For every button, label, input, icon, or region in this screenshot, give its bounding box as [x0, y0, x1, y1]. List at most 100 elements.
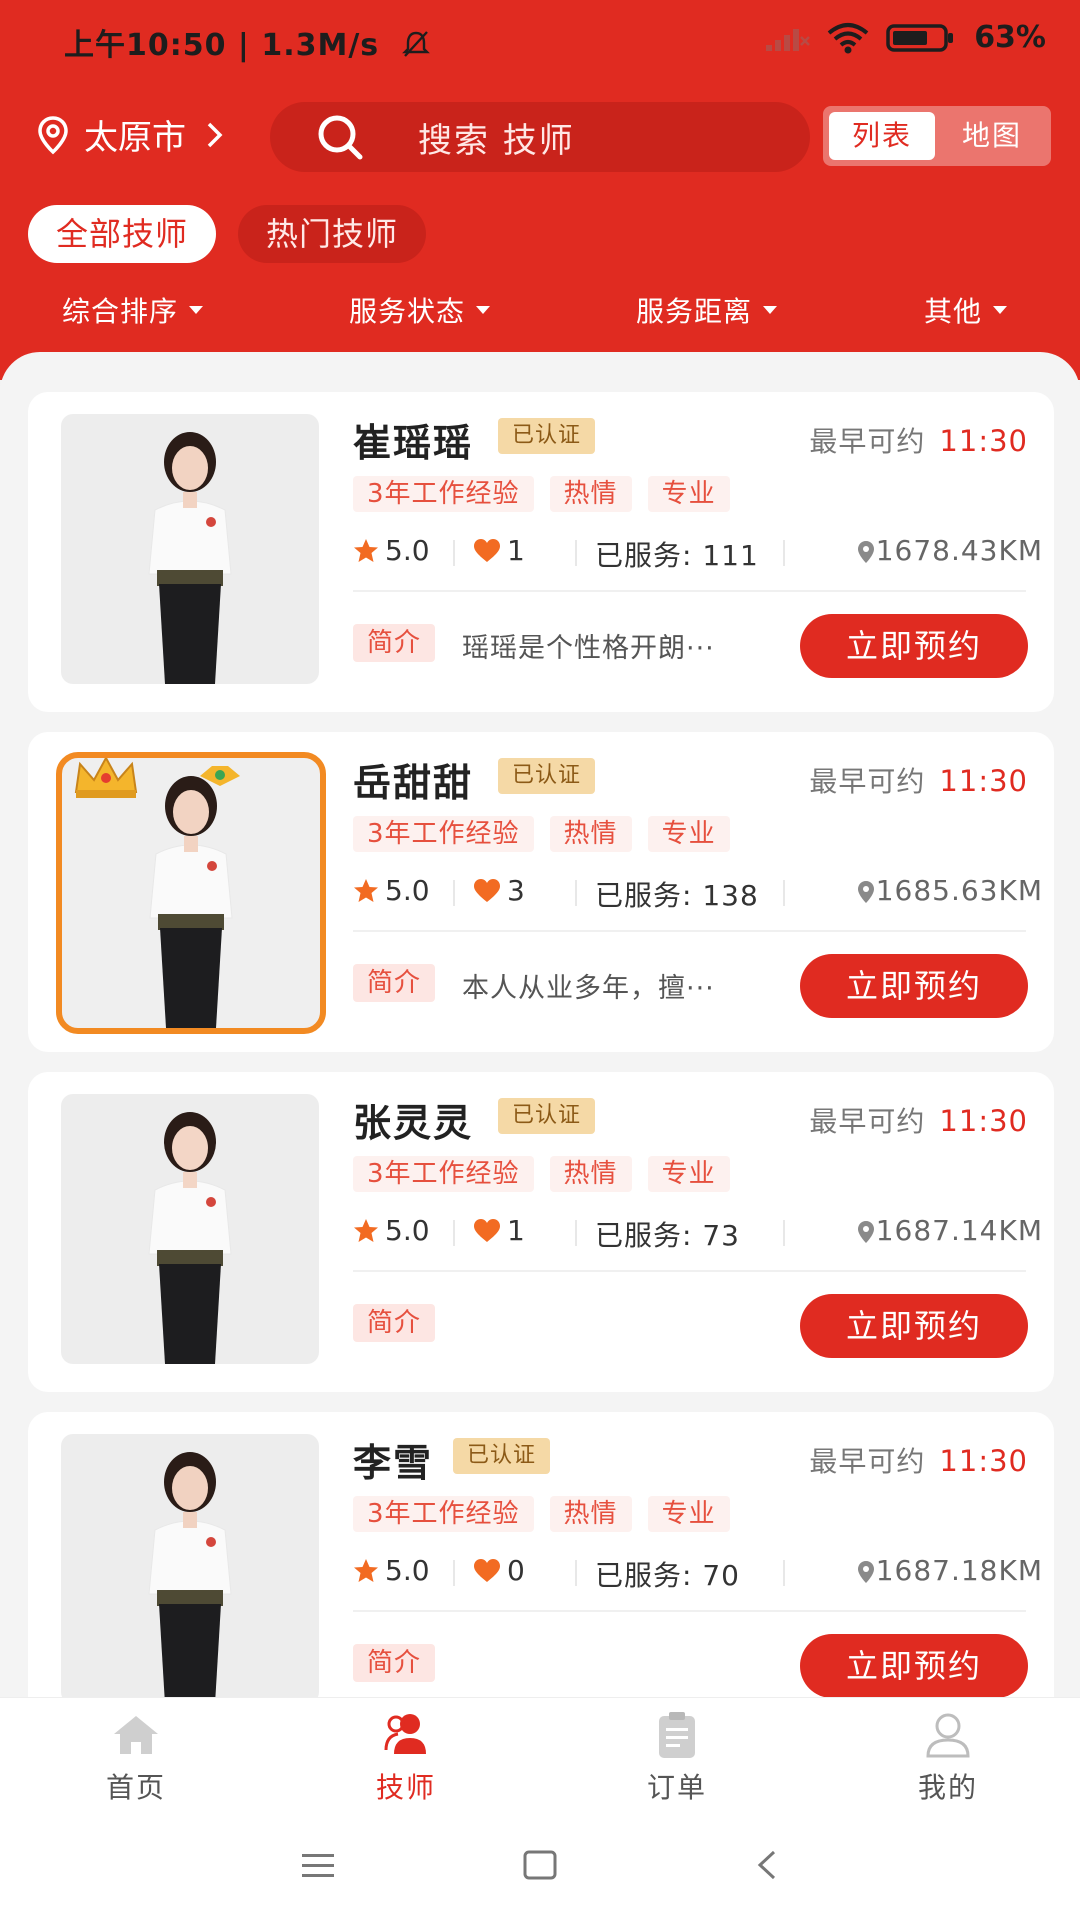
tag-enthusiastic: 热情 — [549, 1496, 632, 1532]
earliest-available: 最早可约 11:30 — [809, 764, 1028, 798]
card-divider — [353, 930, 1026, 932]
caret-down-icon — [189, 306, 204, 314]
view-toggle: 列表 地图 — [823, 106, 1051, 166]
technician-photo[interactable] — [61, 414, 319, 684]
technician-card[interactable]: 崔瑶瑶 已认证 最早可约 11:30 3年工作经验 热情 专业 5.0 1 已服… — [28, 392, 1054, 712]
technician-name: 李雪 — [353, 1441, 434, 1485]
distance-value: 1687.18KM — [875, 1554, 1043, 1587]
tab-hot-technicians[interactable]: 热门技师 — [238, 205, 427, 263]
caret-down-icon — [993, 306, 1008, 314]
tag-enthusiastic: 热情 — [549, 476, 632, 512]
star-icon — [354, 539, 378, 562]
category-tabs: 全部技师 热门技师 — [28, 205, 427, 263]
battery-icon — [886, 23, 954, 52]
nav-profile[interactable]: 我的 — [878, 1710, 1018, 1806]
rating-value: 5.0 — [385, 1554, 430, 1587]
divider — [453, 880, 455, 906]
book-now-button[interactable]: 立即预约 — [800, 1294, 1028, 1358]
technician-name: 岳甜甜 — [353, 761, 474, 805]
available-time: 11:30 — [939, 1444, 1028, 1478]
served-count: 已服务: 111 — [595, 539, 759, 572]
filter-other[interactable]: 其他 — [924, 290, 1008, 330]
view-map-button[interactable]: 地图 — [939, 112, 1045, 160]
filter-service-status[interactable]: 服务状态 — [349, 290, 491, 330]
certified-badge: 已认证 — [453, 1438, 551, 1474]
nav-technician[interactable]: 技师 — [336, 1710, 476, 1806]
available-time: 11:30 — [939, 1104, 1028, 1138]
sort-filter-row: 综合排序 服务状态 服务距离 其他 — [0, 282, 1080, 338]
divider — [575, 1220, 577, 1246]
status-right: 63% — [764, 20, 1046, 55]
likes-count: 3 — [507, 874, 525, 907]
tag-list: 3年工作经验 热情 专业 — [353, 816, 730, 852]
card-divider — [353, 1270, 1026, 1272]
view-list-button[interactable]: 列表 — [829, 112, 935, 160]
tag-experience: 3年工作经验 — [353, 476, 534, 512]
tag-experience: 3年工作经验 — [353, 1156, 534, 1192]
available-time: 11:30 — [939, 424, 1028, 458]
status-bar: 上午10:50 | 1.3M/s 63% — [0, 0, 1080, 82]
divider — [453, 540, 455, 566]
card-divider — [353, 590, 1026, 592]
technician-portrait — [148, 1452, 232, 1697]
technician-name: 张灵灵 — [353, 1101, 474, 1145]
heart-icon — [474, 1559, 500, 1582]
menu-icon[interactable] — [300, 1848, 336, 1882]
filter-service-distance[interactable]: 服务距离 — [636, 290, 778, 330]
tag-experience: 3年工作经验 — [353, 816, 534, 852]
distance-value: 1678.43KM — [875, 534, 1043, 567]
book-now-button[interactable]: 立即预约 — [800, 1634, 1028, 1697]
city-selector[interactable]: 太原市 — [34, 110, 226, 159]
bell-muted-icon — [401, 31, 430, 57]
stats-row: 5.0 1 已服务: 111 1678.43KM — [353, 532, 1043, 572]
tag-experience: 3年工作经验 — [353, 1496, 534, 1532]
book-now-button[interactable]: 立即预约 — [800, 954, 1028, 1018]
rating-value: 5.0 — [385, 534, 430, 567]
star-icon — [354, 879, 378, 902]
nav-orders[interactable]: 订单 — [607, 1710, 747, 1806]
system-nav-bar — [0, 1814, 1080, 1920]
tag-enthusiastic: 热情 — [549, 1156, 632, 1192]
technician-card[interactable]: 岳甜甜 已认证 最早可约 11:30 3年工作经验 热情 专业 5.0 3 已服… — [28, 732, 1054, 1052]
back-icon[interactable] — [752, 1848, 782, 1882]
technician-photo[interactable] — [56, 752, 326, 1034]
home-square-icon[interactable] — [522, 1848, 558, 1882]
distance-pin-icon — [858, 1561, 874, 1583]
search-placeholder: 搜索 技师 — [418, 120, 575, 161]
technician-list[interactable]: 崔瑶瑶 已认证 最早可约 11:30 3年工作经验 热情 专业 5.0 1 已服… — [0, 352, 1080, 1697]
technician-card[interactable]: 李雪 已认证 最早可约 11:30 3年工作经验 热情 专业 5.0 0 已服务… — [28, 1412, 1054, 1697]
technician-list-screen: 上午10:50 | 1.3M/s 63% 太原市 搜索 技师 列表 地图 全部技… — [0, 0, 1080, 1920]
technician-card[interactable]: 张灵灵 已认证 最早可约 11:30 3年工作经验 热情 专业 5.0 1 已服… — [28, 1072, 1054, 1392]
nav-home[interactable]: 首页 — [66, 1710, 206, 1806]
divider — [783, 540, 785, 566]
technician-portrait — [148, 432, 232, 684]
stats-row: 5.0 1 已服务: 73 1687.14KM — [353, 1212, 1043, 1252]
crown-icon — [74, 758, 138, 798]
technician-photo[interactable] — [61, 1434, 319, 1697]
caret-down-icon — [763, 306, 778, 314]
search-input[interactable]: 搜索 技师 — [270, 102, 810, 172]
bottom-nav: 首页 技师 订单 我的 — [0, 1697, 1080, 1814]
earliest-available: 最早可约 11:30 — [809, 1104, 1028, 1138]
star-icon — [354, 1559, 378, 1582]
stats-row: 5.0 0 已服务: 70 1687.18KM — [353, 1552, 1043, 1592]
technician-icon — [384, 1714, 426, 1754]
city-name: 太原市 — [84, 118, 186, 158]
tab-all-technicians[interactable]: 全部技师 — [28, 205, 217, 263]
battery-level: 63% — [974, 20, 1046, 55]
distance-value: 1685.63KM — [875, 874, 1043, 907]
technician-photo[interactable] — [61, 1094, 319, 1364]
sort-comprehensive[interactable]: 综合排序 — [62, 290, 204, 330]
tag-professional: 专业 — [647, 1156, 730, 1192]
order-icon — [659, 1712, 695, 1758]
divider — [783, 1220, 785, 1246]
intro-label: 简介 — [353, 1304, 436, 1342]
book-now-button[interactable]: 立即预约 — [800, 614, 1028, 678]
gem-icon — [200, 766, 240, 786]
wifi-icon — [827, 22, 869, 53]
likes-count: 1 — [507, 534, 525, 567]
heart-icon — [474, 539, 500, 562]
earliest-available: 最早可约 11:30 — [809, 424, 1028, 458]
distance-pin-icon — [858, 1221, 874, 1243]
divider — [453, 1560, 455, 1586]
